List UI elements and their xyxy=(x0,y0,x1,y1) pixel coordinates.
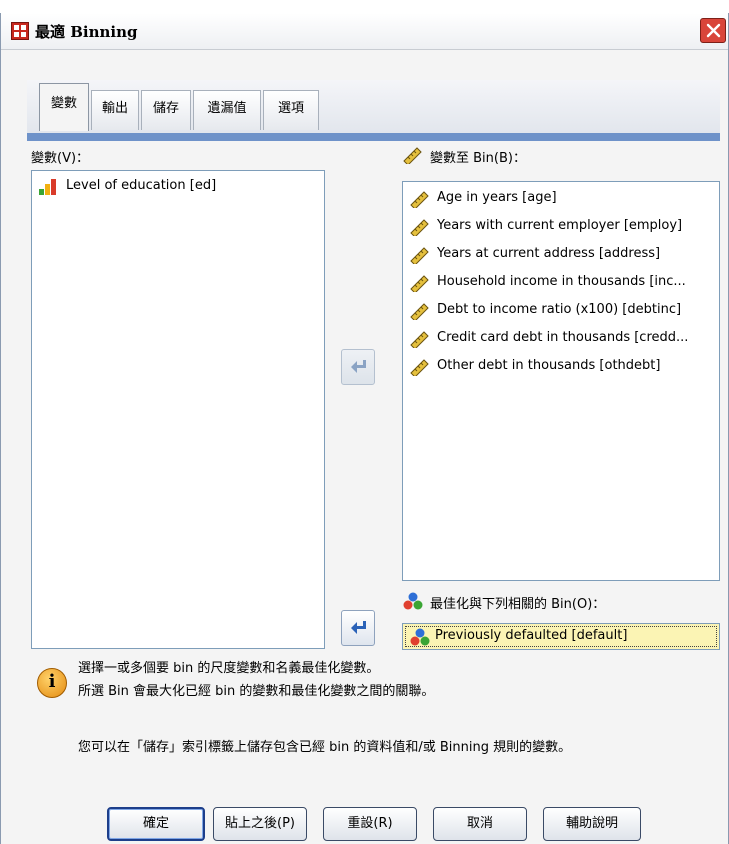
variables-list[interactable]: Level of education [ed] xyxy=(31,170,325,649)
tab-output[interactable]: 輸出 xyxy=(91,90,139,130)
arrow-left-icon xyxy=(351,621,366,634)
optimize-variable-value: Previously defaulted [default] xyxy=(435,628,628,643)
move-to-optimize-button[interactable] xyxy=(341,610,375,646)
move-to-bin-button[interactable] xyxy=(341,349,375,385)
ruler-icon xyxy=(410,219,429,236)
list-item-label: Other debt in thousands [othdebt] xyxy=(437,358,661,373)
ok-button[interactable]: 確定 xyxy=(107,807,205,841)
tab-underline xyxy=(27,133,720,141)
info-line-2: 所選 Bin 會最大化已經 bin 的變數和最佳化變數之間的關聯。 xyxy=(78,684,435,699)
nominal-icon xyxy=(403,592,423,610)
info-icon: i xyxy=(37,668,67,698)
ruler-icon xyxy=(410,303,429,320)
tab-options[interactable]: 選項 xyxy=(263,90,319,130)
optimize-label: 最佳化與下列相關的 Bin(O)： xyxy=(430,597,606,612)
optimal-binning-dialog: 最適 Binning 變數 輸出 儲存 遺漏值 選項 變數(V)： Level … xyxy=(0,13,729,844)
ruler-icon xyxy=(410,247,429,264)
help-button[interactable]: 輔助說明 xyxy=(543,807,641,841)
cancel-button[interactable]: 取消 xyxy=(433,807,527,841)
bin-variables-list[interactable]: Age in years [age] Years with current em… xyxy=(402,181,720,581)
paste-button[interactable]: 貼上之後(P) xyxy=(213,807,307,841)
close-button[interactable] xyxy=(700,18,726,43)
tab-save[interactable]: 儲存 xyxy=(141,90,191,130)
list-item-label: Credit card debt in thousands [credd... xyxy=(437,330,689,345)
ruler-icon xyxy=(410,191,429,208)
list-item-label: Debt to income ratio (x100) [debtinc] xyxy=(437,302,682,317)
info-line-1: 選擇一或多個要 bin 的尺度變數和名義最佳化變數。 xyxy=(78,661,380,676)
reset-button[interactable]: 重設(R) xyxy=(323,807,417,841)
app-grid-icon xyxy=(11,22,29,40)
list-item-label: Years with current employer [employ] xyxy=(437,218,683,233)
variables-label: 變數(V)： xyxy=(31,151,90,166)
arrow-left-icon xyxy=(351,360,366,373)
nominal-icon xyxy=(410,628,430,646)
ruler-icon xyxy=(410,275,429,292)
ruler-icon xyxy=(403,147,422,164)
optimize-variable-field[interactable]: Previously defaulted [default] xyxy=(402,623,720,650)
window-title: 最適 Binning xyxy=(35,23,138,41)
info-line-3: 您可以在「儲存」索引標籤上儲存包含已經 bin 的資料值和/或 Binning … xyxy=(78,740,572,755)
ruler-icon xyxy=(410,331,429,348)
tab-missing-values[interactable]: 遺漏值 xyxy=(193,90,261,130)
list-item-label: Years at current address [address] xyxy=(437,246,661,261)
bin-label: 變數至 Bin(B)： xyxy=(430,151,526,166)
ruler-icon xyxy=(410,359,429,376)
tab-variables[interactable]: 變數 xyxy=(39,83,89,131)
title-bar[interactable]: 最適 Binning xyxy=(1,13,728,50)
list-item-label: Household income in thousands [inc... xyxy=(437,274,686,289)
list-item-label: Age in years [age] xyxy=(437,190,557,205)
list-item-label: Level of education [ed] xyxy=(66,178,217,193)
close-icon xyxy=(706,23,721,38)
ordinal-bar-icon xyxy=(39,179,56,195)
tab-strip: 變數 輸出 儲存 遺漏值 選項 xyxy=(27,80,720,133)
